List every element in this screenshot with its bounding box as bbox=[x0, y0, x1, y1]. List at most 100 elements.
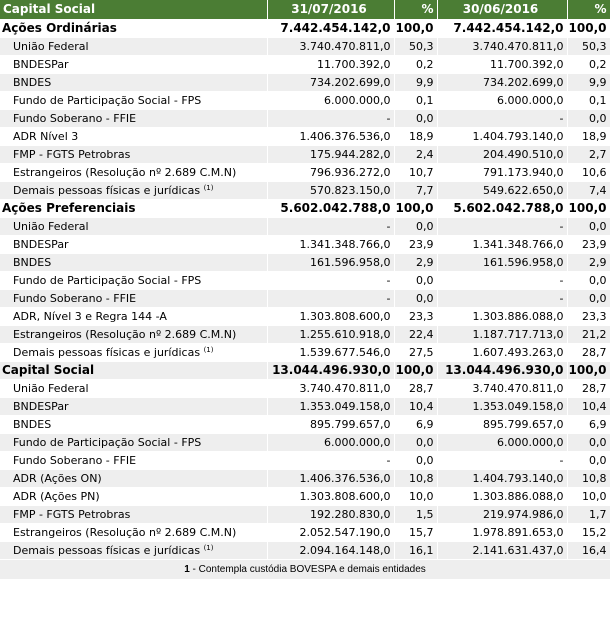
section-value-jun: 13.044.496.930,0 bbox=[437, 361, 568, 380]
holder-name: BNDES bbox=[13, 75, 52, 89]
holder-name: União Federal bbox=[13, 39, 89, 53]
header-percent-jun: % bbox=[567, 0, 610, 20]
holder-name: BNDES bbox=[13, 255, 52, 269]
percent-jun: 6,9 bbox=[567, 415, 610, 434]
percent-jul: 10,7 bbox=[394, 163, 438, 182]
holder-name-cell: Demais pessoas físicas e jurídicas (1) bbox=[0, 181, 268, 200]
holder-name: BNDESPar bbox=[13, 399, 69, 413]
table-row: BNDESPar 11.700.392,0 0,2 11.700.392,0 0,2 bbox=[0, 55, 610, 74]
value-jun: 3.740.470.811,0 bbox=[437, 379, 568, 398]
holder-name: Estrangeiros (Resolução nº 2.689 C.M.N) bbox=[13, 525, 237, 539]
percent-jul: 0,0 bbox=[394, 109, 438, 128]
table-row: Demais pessoas físicas e jurídicas (1) 57… bbox=[0, 181, 610, 200]
percent-jun: 15,2 bbox=[567, 523, 610, 542]
section-value-jul: 13.044.496.930,0 bbox=[267, 361, 395, 380]
value-jul: 570.823.150,0 bbox=[267, 181, 395, 200]
value-jul: 192.280.830,0 bbox=[267, 505, 395, 524]
table-row: Estrangeiros (Resolução nº 2.689 C.M.N) 2… bbox=[0, 523, 610, 542]
table-header-row: Capital Social 31/07/2016 % 30/06/2016 % bbox=[0, 0, 610, 20]
holder-name: Fundo Soberano - FFIE bbox=[13, 111, 137, 125]
table-row: ADR (Ações ON) 1.406.376.536,0 10,8 1.404.7… bbox=[0, 469, 610, 488]
header-capital-social: Capital Social bbox=[0, 0, 268, 20]
footnote-reference: (1) bbox=[203, 183, 214, 192]
percent-jun: 28,7 bbox=[567, 379, 610, 398]
value-jun: 1.607.493.263,0 bbox=[437, 343, 568, 362]
section-title: Ações Ordinárias bbox=[0, 19, 268, 38]
percent-jul: 18,9 bbox=[394, 127, 438, 146]
holder-name-cell: Fundo Soberano - FFIE bbox=[0, 109, 268, 128]
percent-jun: 0,0 bbox=[567, 289, 610, 308]
section-title: Capital Social bbox=[0, 361, 268, 380]
footnote-reference: (1) bbox=[203, 345, 214, 354]
table-row: BNDES 734.202.699,0 9,9 734.202.699,0 9,9 bbox=[0, 73, 610, 92]
holder-name: Demais pessoas físicas e jurídicas bbox=[13, 183, 201, 197]
table-row: ADR (Ações PN) 1.303.808.600,0 10,0 1.303.8… bbox=[0, 487, 610, 506]
holder-name: Fundo de Participação Social - FPS bbox=[13, 435, 202, 449]
holder-name: BNDESPar bbox=[13, 57, 69, 71]
percent-jun: 10,6 bbox=[567, 163, 610, 182]
holder-name-cell: BNDESPar bbox=[0, 235, 268, 254]
footnote-reference: (1) bbox=[203, 543, 214, 552]
value-jul: 11.700.392,0 bbox=[267, 55, 395, 74]
value-jul: - bbox=[267, 109, 395, 128]
percent-jul: 10,8 bbox=[394, 469, 438, 488]
holder-name-cell: BNDES bbox=[0, 415, 268, 434]
section-value-jul: 7.442.454.142,0 bbox=[267, 19, 395, 38]
table-row: Fundo Soberano - FFIE -0,0-0,0 bbox=[0, 451, 610, 470]
footnote-text: - Contempla custódia BOVESPA e demais en… bbox=[189, 563, 426, 575]
value-jul: - bbox=[267, 271, 395, 290]
percent-jul: 9,9 bbox=[394, 73, 438, 92]
table-row: Estrangeiros (Resolução nº 2.689 C.M.N) 1… bbox=[0, 325, 610, 344]
holder-name-cell: Fundo Soberano - FFIE bbox=[0, 451, 268, 470]
percent-jul: 22,4 bbox=[394, 325, 438, 344]
section-percent-jul: 100,0 bbox=[394, 361, 438, 380]
percent-jun: 0,2 bbox=[567, 55, 610, 74]
holder-name-cell: BNDESPar bbox=[0, 55, 268, 74]
value-jun: 6.000.000,0 bbox=[437, 433, 568, 452]
value-jun: 3.740.470.811,0 bbox=[437, 37, 568, 56]
holder-name: FMP - FGTS Petrobras bbox=[13, 147, 131, 161]
value-jun: - bbox=[437, 289, 568, 308]
percent-jun: 0,1 bbox=[567, 91, 610, 110]
holder-name: Fundo de Participação Social - FPS bbox=[13, 93, 202, 107]
table-row: Fundo de Participação Social - FPS 6.000.… bbox=[0, 433, 610, 452]
percent-jun: 0,0 bbox=[567, 217, 610, 236]
holder-name-cell: BNDES bbox=[0, 73, 268, 92]
percent-jun: 0,0 bbox=[567, 271, 610, 290]
table-row: Fundo de Participação Social - FPS -0,0-0… bbox=[0, 271, 610, 290]
holder-name: FMP - FGTS Petrobras bbox=[13, 507, 131, 521]
holder-name-cell: União Federal bbox=[0, 37, 268, 56]
section-percent-jul: 100,0 bbox=[394, 19, 438, 38]
percent-jun: 23,9 bbox=[567, 235, 610, 254]
value-jul: 796.936.272,0 bbox=[267, 163, 395, 182]
value-jun: 204.490.510,0 bbox=[437, 145, 568, 164]
holder-name-cell: ADR, Nível 3 e Regra 144 -A bbox=[0, 307, 268, 326]
value-jul: 161.596.958,0 bbox=[267, 253, 395, 272]
table-row: Fundo Soberano - FFIE -0,0-0,0 bbox=[0, 289, 610, 308]
percent-jun: 0,0 bbox=[567, 433, 610, 452]
holder-name-cell: ADR Nível 3 bbox=[0, 127, 268, 146]
holder-name-cell: Demais pessoas físicas e jurídicas (1) bbox=[0, 541, 268, 560]
section-percent-jun: 100,0 bbox=[567, 19, 610, 38]
section-title: Ações Preferenciais bbox=[0, 199, 268, 218]
table-row: BNDES 895.799.657,0 6,9 895.799.657,0 6,9 bbox=[0, 415, 610, 434]
value-jun: 1.978.891.653,0 bbox=[437, 523, 568, 542]
value-jul: 1.406.376.536,0 bbox=[267, 469, 395, 488]
table-row: BNDESPar 1.341.348.766,0 23,9 1.341.348.766… bbox=[0, 235, 610, 254]
percent-jun: 10,8 bbox=[567, 469, 610, 488]
holder-name: Estrangeiros (Resolução nº 2.689 C.M.N) bbox=[13, 327, 237, 341]
holder-name: ADR (Ações PN) bbox=[13, 489, 100, 503]
value-jun: 1.404.793.140,0 bbox=[437, 469, 568, 488]
holder-name-cell: Fundo de Participação Social - FPS bbox=[0, 271, 268, 290]
value-jul: - bbox=[267, 217, 395, 236]
header-date-jul-2016: 31/07/2016 bbox=[267, 0, 395, 20]
holder-name: Fundo de Participação Social - FPS bbox=[13, 273, 202, 287]
value-jul: 1.303.808.600,0 bbox=[267, 487, 395, 506]
percent-jun: 28,7 bbox=[567, 343, 610, 362]
percent-jul: 2,4 bbox=[394, 145, 438, 164]
value-jun: 734.202.699,0 bbox=[437, 73, 568, 92]
holder-name: União Federal bbox=[13, 219, 89, 233]
holder-name-cell: FMP - FGTS Petrobras bbox=[0, 145, 268, 164]
value-jun: 895.799.657,0 bbox=[437, 415, 568, 434]
section-percent-jun: 100,0 bbox=[567, 199, 610, 218]
